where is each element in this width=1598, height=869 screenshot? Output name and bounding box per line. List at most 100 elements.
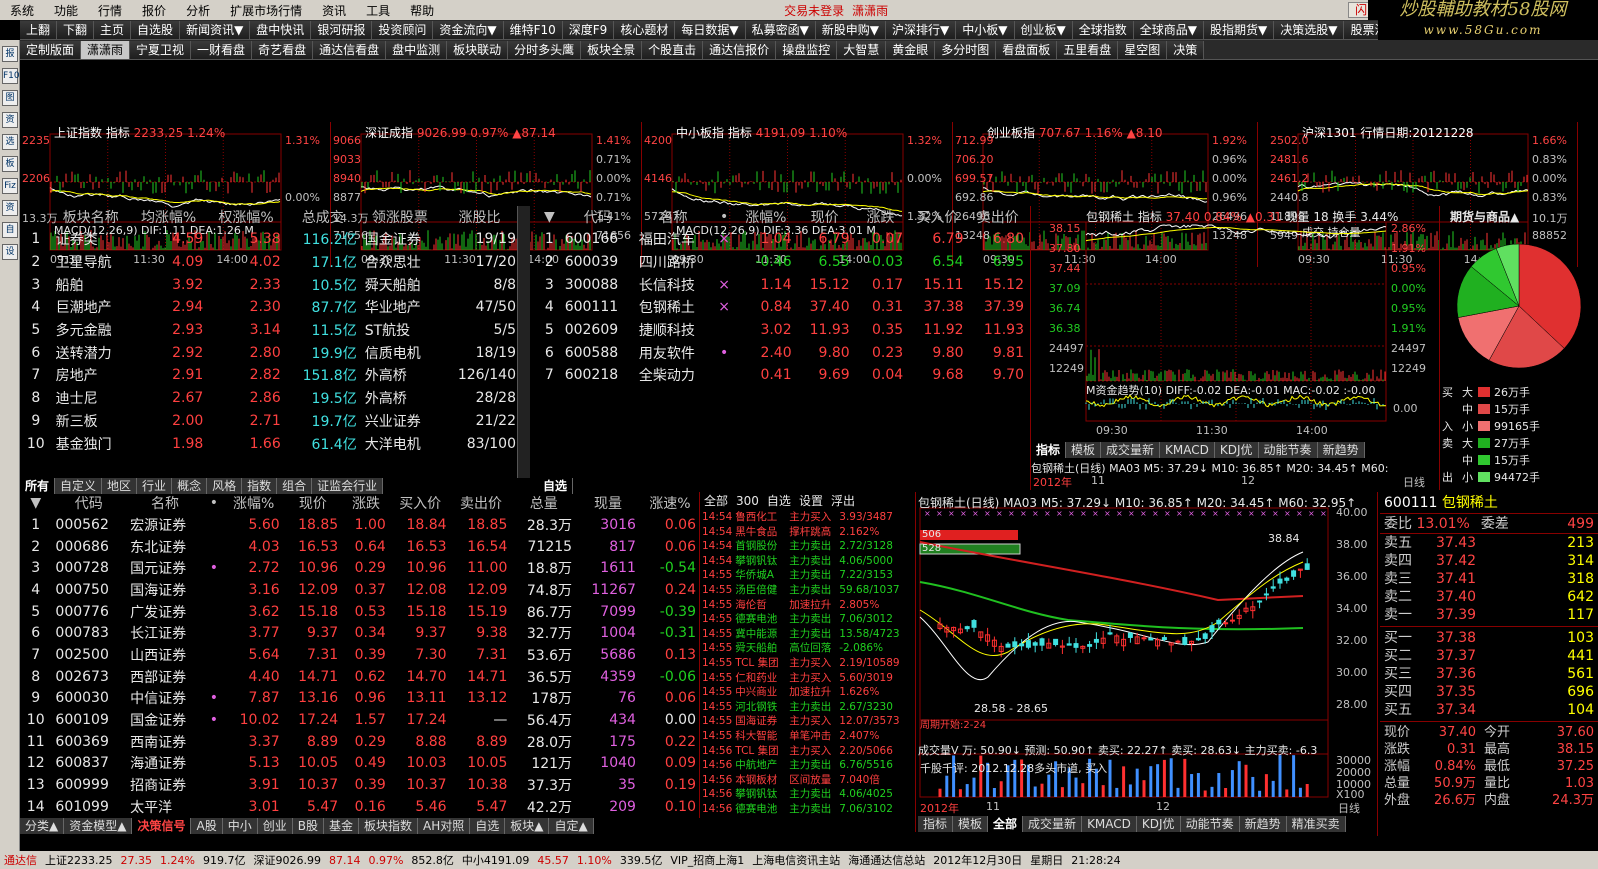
indicator-tab[interactable]: 新趋势 (1317, 442, 1365, 458)
stock-row[interactable]: 2 000686 东北证券 4.03 16.53 0.64 16.53 16.54 71215 8… (20, 536, 700, 558)
pie-title[interactable]: 期货与商品▲ (1450, 208, 1519, 225)
column-header[interactable]: 买入价 (907, 206, 967, 228)
toolbar-item[interactable]: 决策选股▼ (1274, 20, 1345, 39)
alert-row[interactable]: 14:55 冀中能源 主力卖出 13.58/4723 (702, 627, 915, 642)
sector-scrollbar[interactable] (517, 206, 530, 478)
layout-tab[interactable]: 一财看盘 (191, 40, 253, 59)
column-header[interactable]: 权涨幅% (207, 206, 284, 228)
stock-row[interactable]: 3 000728 国元证券 • 2.72 10.96 0.29 10.96 11.00 18.8万… (20, 557, 700, 579)
status-item[interactable]: 上海电信资讯主站 (748, 852, 844, 868)
toolbar-item[interactable]: 新股申购▼ (815, 20, 887, 39)
layout-tab[interactable]: 大智慧 (837, 40, 887, 59)
indicator-tab[interactable]: KMACD (1160, 442, 1215, 458)
column-header[interactable]: 涨股比 (439, 206, 520, 228)
stock-row[interactable]: 13 600999 招商证券 3.91 10.37 0.39 10.37 10.38 37.3万… (20, 774, 700, 796)
layout-tab[interactable]: 个股直击 (642, 40, 704, 59)
trade-login-status[interactable]: 交易未登录 (784, 2, 844, 19)
stock-list-tab[interactable]: 创业 (257, 818, 293, 834)
layout-tab[interactable]: 看盘面板 (996, 40, 1058, 59)
layout-tab[interactable]: 分时多头鹰 (508, 40, 582, 59)
toolbar-item[interactable]: 私募密函▼ (745, 20, 816, 39)
layout-tab[interactable]: 潇潇雨 (81, 40, 131, 59)
toolbar-item[interactable]: 中小板▼ (956, 20, 1015, 39)
layout-tab[interactable]: 板块全景 (581, 40, 643, 59)
layout-tab[interactable]: 星空图 (1118, 40, 1168, 59)
menu-function[interactable]: 功能 (44, 2, 88, 19)
indicator-tab[interactable]: 模板 (1066, 442, 1102, 458)
column-header[interactable]: 现价 (284, 492, 342, 514)
stock-list-tab[interactable]: 基金 (323, 818, 359, 834)
toolbar-item[interactable]: 新闻资讯▼ (180, 20, 251, 39)
column-header[interactable]: 涨速% (640, 492, 700, 514)
alerts-filter[interactable]: 浮出 (831, 494, 855, 508)
ask-level[interactable]: 卖五 37.43 213 (1380, 534, 1598, 552)
column-header[interactable]: 代码 (51, 492, 126, 514)
alert-row[interactable]: 14:55 华侨城A 主力卖出 7.22/3153 (702, 568, 915, 583)
sector-row[interactable]: 6 送转潜力 2.92 2.80 19.9亿 信质电机 18/19 (20, 341, 520, 364)
toolbar-item[interactable]: 上翻 (20, 20, 58, 39)
menu-analysis[interactable]: 分析 (176, 2, 220, 19)
toolbar-item[interactable]: 盘中快讯 (250, 20, 312, 39)
toolbar-item[interactable]: 股票池▼ (1344, 20, 1378, 39)
toolbar-item[interactable]: 自选股 (131, 20, 181, 39)
layout-tab[interactable]: 决策 (1167, 40, 1205, 59)
stock-row[interactable]: 7 002500 山西证券 5.64 7.31 0.39 7.30 7.31 53.6万 5686… (20, 644, 700, 666)
stock-list-tab[interactable]: 自定▲ (549, 818, 594, 834)
stock-row[interactable]: 6 000783 长江证券 3.77 9.37 0.34 9.37 9.38 32.7万 1004… (20, 622, 700, 644)
column-header[interactable]: 现价 (796, 206, 854, 228)
toolbar-item[interactable]: 下翻 (57, 20, 95, 39)
alerts-filter[interactable]: 全部 (704, 494, 728, 508)
stock-list-tab[interactable]: 板块指数 (358, 818, 418, 834)
column-header[interactable]: 代码 (561, 206, 635, 228)
menu-system[interactable]: 系统 (0, 2, 44, 19)
sidebar-tool-icon[interactable]: Fiz (2, 178, 18, 194)
column-header[interactable]: 名称 (126, 492, 204, 514)
status-item[interactable]: VIP_招商上海1 (666, 852, 748, 868)
menu-news[interactable]: 资讯 (312, 2, 356, 19)
sidebar-tool-icon[interactable]: 资 (2, 112, 18, 128)
stock-row[interactable]: 8 002673 西部证券 4.40 14.71 0.62 14.70 14.71 36.5万 4… (20, 666, 700, 688)
layout-tab[interactable]: 操盘监控 (776, 40, 838, 59)
bid-level[interactable]: 买三 37.36 561 (1380, 665, 1598, 683)
watch-row[interactable]: 7 600218 全柴动力 0.41 9.69 0.04 9.68 9.70 (538, 364, 1028, 387)
alert-row[interactable]: 14:55 海伦哲 加速拉升 2.805% (702, 598, 915, 613)
indicator-tab[interactable]: 新趋势 (1239, 816, 1287, 832)
stock-row[interactable]: 5 000776 广发证券 3.62 15.18 0.53 15.18 15.19 86.7万 7… (20, 601, 700, 623)
sector-row[interactable]: 8 迪士尼 2.67 2.86 19.5亿 外高桥 28/28 (20, 387, 520, 410)
toolbar-item[interactable]: 资金流向▼ (433, 20, 504, 39)
indicator-tab[interactable]: 全部 (988, 816, 1024, 832)
layout-tab[interactable]: 通达信报价 (703, 40, 777, 59)
indicator-tab[interactable]: 成交量新 (1023, 816, 1083, 832)
column-header[interactable]: • (204, 492, 224, 514)
sidebar-tool-icon[interactable]: 板 (2, 156, 18, 172)
layout-tab[interactable]: 板块联动 (447, 40, 509, 59)
ask-level[interactable]: 卖一 37.39 117 (1380, 606, 1598, 624)
toolbar-item[interactable]: 股指期货▼ (1203, 20, 1275, 39)
column-header[interactable]: 涨跌 (854, 206, 907, 228)
alert-row[interactable]: 14:55 汤臣倍健 主力卖出 59.68/1037 (702, 583, 915, 598)
stock-list-tab[interactable]: 分类▲ (20, 818, 65, 834)
sidebar-tool-icon[interactable]: 报 (2, 46, 18, 62)
sector-row[interactable]: 10 基金独门 1.98 1.66 61.4亿 大洋电机 83/100 (20, 432, 520, 455)
stock-row[interactable]: 1 000562 宏源证券 5.60 18.85 1.00 18.84 18.85 28.3万 3… (20, 514, 700, 536)
alert-row[interactable]: 14:54 攀钢钒钛 主力卖出 4.06/5000 (702, 554, 915, 569)
stock-list-tab[interactable]: 中小 (222, 818, 258, 834)
sidebar-tool-icon[interactable]: 图 (2, 90, 18, 106)
sector-row[interactable]: 2 卫星导航 4.09 4.02 17.1亿 合众思壮 17/20 (20, 251, 520, 274)
status-item[interactable]: 海通通达信总站 (844, 852, 929, 868)
menu-tools[interactable]: 工具 (356, 2, 400, 19)
stock-row[interactable]: 4 000750 国海证券 3.16 12.09 0.37 12.08 12.09 74.8万 1… (20, 579, 700, 601)
column-header[interactable]: 涨幅% (736, 206, 796, 228)
alert-row[interactable]: 14:55 德赛电池 主力卖出 7.06/3012 (702, 612, 915, 627)
sidebar-tool-icon[interactable]: 资 (2, 200, 18, 216)
alert-row[interactable]: 14:56 德赛电池 主力卖出 7.06/3102 (702, 802, 915, 817)
indicator-tab[interactable]: 成交量新 (1101, 442, 1161, 458)
layout-tab[interactable]: 定制版面 (20, 40, 82, 59)
stock-list-tab[interactable]: 板块▲ (505, 818, 550, 834)
stock-list-tab[interactable]: A股 (191, 818, 223, 834)
watch-row[interactable]: 6 600588 用友软件 • 2.40 9.80 0.23 9.80 9.81 (538, 341, 1028, 364)
column-header[interactable]: 名称 (635, 206, 712, 228)
alert-row[interactable]: 14:55 科大智能 单笔冲击 2.407% (702, 729, 915, 744)
toolbar-item[interactable]: 全球指数 (1072, 20, 1134, 39)
indicator-tab[interactable]: KDJ优 (1136, 816, 1181, 832)
